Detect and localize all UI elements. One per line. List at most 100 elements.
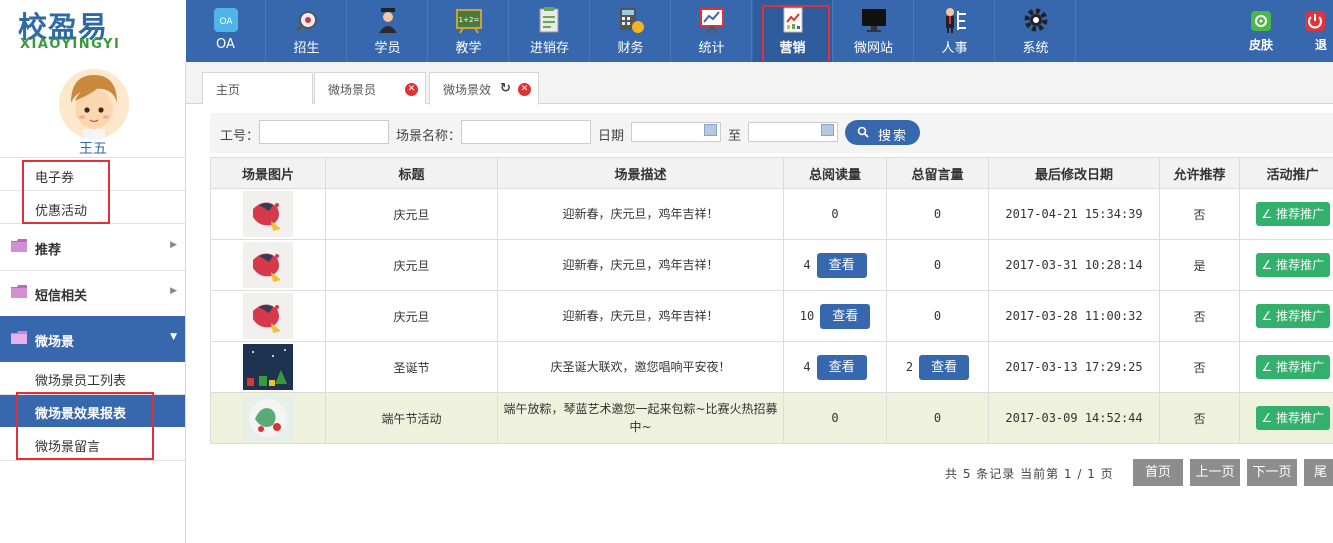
messages-cell: 0 (886, 239, 989, 291)
nav-label: 微网站 (853, 41, 893, 56)
nav-teaching[interactable]: 1+2= 教学 (429, 0, 509, 62)
sidebar-section-recommend[interactable]: 推荐 ▶ (0, 224, 185, 270)
col-header: 场景图片 (210, 157, 326, 189)
close-icon[interactable]: ✕ (518, 83, 531, 96)
reads-count: 4 (803, 359, 811, 374)
emp-no-label: 工号： (220, 129, 260, 144)
next-page-button[interactable]: 下一页 (1247, 459, 1297, 486)
close-icon[interactable]: ✕ (405, 83, 418, 96)
chevron-down-icon: ▼ (170, 332, 177, 342)
table-row: 端午节活动 端午放粽，琴蓝艺术邀您一起来包粽~比赛火热招募中~ 0 0 2017… (210, 392, 1333, 444)
emp-no-input[interactable] (259, 120, 389, 144)
nav-label: 统计 (698, 41, 725, 56)
logo[interactable]: 校盈易 XIAOYINGYI (0, 0, 186, 62)
promote-button[interactable]: ∠ 推荐推广 (1255, 406, 1330, 430)
search-button-label: 搜索 (878, 129, 909, 144)
date-cell: 2017-03-31 10:28:14 (988, 239, 1160, 291)
promote-button-label: 推荐推广 (1276, 258, 1325, 272)
view-messages-button[interactable]: 查看 (919, 354, 970, 380)
avatar[interactable] (59, 69, 129, 139)
search-button[interactable]: 搜索 (845, 120, 920, 145)
nav-enroll[interactable]: 招生 (267, 0, 347, 62)
tab-home[interactable]: 主页 (202, 72, 313, 104)
nav-inventory[interactable]: 进销存 (510, 0, 590, 62)
view-reads-button[interactable]: 查看 (816, 354, 867, 380)
title-cell: 庆元旦 (325, 239, 498, 291)
nav-oa[interactable]: OA OA (186, 0, 266, 62)
sidebar-section-microscene[interactable]: 微场景 ▼ (0, 316, 185, 362)
nav-label: OA (216, 37, 235, 52)
skin-label: 皮肤 (1248, 38, 1273, 52)
messages-count: 0 (933, 309, 942, 323)
nav-label: 进销存 (529, 41, 569, 56)
chevron-right-icon: ▶ (170, 240, 177, 250)
sidebar-section-sms[interactable]: 短信相关 ▶ (0, 270, 185, 316)
col-header: 场景描述 (497, 157, 784, 189)
reads-cell: 0 (783, 188, 887, 240)
scene-report-table: 场景图片 标题 场景描述 总阅读量 总留言量 最后修改日期 允许推荐 活动推广 … (210, 157, 1333, 444)
table-row: 庆元旦 迎新春，庆元旦，鸡年吉祥！ 4 查看 0 2017-03-31 10:28… (210, 239, 1333, 291)
promote-button-label: 推荐推广 (1276, 309, 1325, 323)
enroll-icon (295, 11, 317, 32)
calendar-icon[interactable] (704, 124, 717, 136)
view-reads-button[interactable]: 查看 (816, 252, 867, 278)
nav-stats[interactable]: 统计 (672, 0, 752, 62)
nav-microsite[interactable]: 微网站 (834, 0, 914, 62)
tab-scene-staff[interactable]: 微场景员 ✕ (314, 72, 426, 104)
divider (0, 157, 185, 158)
nav-label: 人事 (941, 41, 968, 56)
view-reads-button[interactable]: 查看 (820, 303, 871, 329)
messages-count: 0 (933, 411, 942, 425)
first-page-button[interactable]: 首页 (1133, 459, 1183, 486)
skin-button[interactable]: 皮肤 (1231, 0, 1291, 62)
promote-button[interactable]: ∠ 推荐推广 (1255, 355, 1330, 379)
logout-button[interactable]: 退 (1297, 0, 1333, 62)
scene-thumbnail[interactable] (243, 293, 293, 339)
promote-button-label: 推荐推广 (1276, 411, 1325, 425)
calendar-icon[interactable] (821, 124, 834, 136)
finance-icon (619, 8, 644, 33)
folder-icon (11, 239, 27, 252)
sidebar-item-scene-staff[interactable]: 微场景员工列表 (0, 362, 185, 394)
promote-button[interactable]: ∠ 推荐推广 (1255, 253, 1330, 277)
messages-cell: 0 (886, 188, 989, 240)
table-row: 庆元旦 迎新春，庆元旦，鸡年吉祥！ 0 0 2017-04-21 15:34:3… (210, 188, 1333, 240)
reads-count: 0 (831, 207, 839, 221)
nav-system[interactable]: 系统 (996, 0, 1076, 62)
promo-cell: ∠ 推荐推广 (1239, 188, 1333, 240)
scene-thumbnail[interactable] (243, 395, 293, 441)
tab-scene-report[interactable]: 微场景效 ↻ ✕ (429, 72, 539, 105)
scene-image-cell (210, 290, 326, 342)
user-name[interactable]: 王五 (0, 138, 186, 158)
reads-cell: 0 (783, 392, 887, 444)
scene-name-input[interactable] (461, 120, 591, 144)
nav-hr[interactable]: 人事 (915, 0, 995, 62)
scene-thumbnail[interactable] (243, 191, 293, 237)
monitor-icon (861, 9, 886, 32)
messages-count: 0 (933, 258, 942, 272)
refresh-icon[interactable]: ↻ (500, 81, 511, 96)
sidebar-item-label: 微场景员工列表 (35, 374, 127, 389)
last-page-button[interactable]: 尾页 (1304, 459, 1333, 486)
desc-cell: 迎新春，庆元旦，鸡年吉祥！ (497, 239, 784, 291)
nav-finance[interactable]: 财务 (591, 0, 671, 62)
col-header: 允许推荐 (1159, 157, 1240, 189)
reads-cell: 10 查看 (783, 290, 887, 342)
prev-page-button[interactable]: 上一页 (1190, 459, 1240, 486)
date-cell: 2017-03-28 11:00:32 (988, 290, 1160, 342)
nav-student[interactable]: 学员 (348, 0, 428, 62)
desc-cell: 迎新春，庆元旦，鸡年吉祥！ (497, 188, 784, 240)
tab-bar: 主页 微场景员 ✕ 微场景效 ↻ ✕ (186, 62, 1333, 105)
hr-icon (945, 8, 966, 33)
messages-count: 2 (905, 359, 914, 374)
promote-button[interactable]: ∠ 推荐推广 (1255, 202, 1330, 226)
nav-label: 财务 (617, 41, 644, 56)
promote-button[interactable]: ∠ 推荐推广 (1255, 304, 1330, 328)
student-icon (378, 8, 397, 33)
scene-thumbnail[interactable] (243, 242, 293, 288)
logout-icon (1305, 11, 1325, 31)
scene-thumbnail[interactable] (243, 344, 293, 390)
reads-count: 0 (831, 411, 839, 425)
logo-subtext: XIAOYINGYI (20, 37, 121, 52)
oa-icon: OA (213, 8, 238, 32)
